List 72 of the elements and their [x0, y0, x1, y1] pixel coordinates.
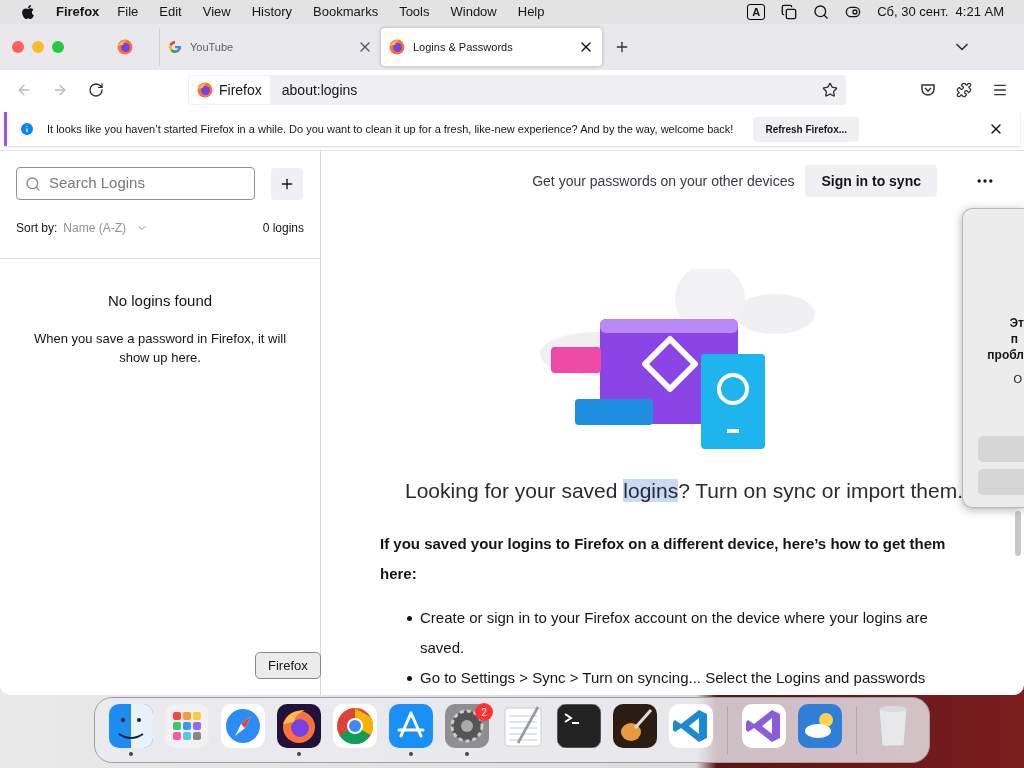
firefox-logo-icon: [389, 39, 405, 55]
menu-app-name[interactable]: Firefox: [56, 2, 100, 22]
menu-item[interactable]: History: [251, 2, 293, 22]
instruction-step: Create or sign in to your Firefox account on the device where your logins are saved.: [420, 602, 948, 663]
sign-in-button[interactable]: Sign in to sync: [805, 165, 937, 197]
address-bar[interactable]: Firefox about:logins: [188, 75, 846, 105]
notepad-icon[interactable]: [501, 704, 545, 748]
search-field[interactable]: Search Logins: [16, 167, 255, 200]
cloud-sun-icon[interactable]: [798, 704, 842, 748]
dialog-note: О: [1013, 372, 1022, 387]
windows-icon[interactable]: [781, 4, 798, 20]
terminal-icon[interactable]: [557, 704, 601, 748]
instruction-step: Go to Settings > Sync > Turn on syncing... Select the Logins and passwords: [420, 662, 948, 693]
bullet-icon: [407, 615, 412, 621]
code-editor-icon[interactable]: [669, 704, 713, 748]
dialog-text: п: [1010, 331, 1018, 347]
input-source-indicator[interactable]: A: [747, 4, 766, 20]
search-input[interactable]: Search Logins: [49, 172, 246, 195]
refresh-firefox-button[interactable]: Refresh Firefox...: [753, 116, 860, 142]
pocket-icon[interactable]: [920, 82, 936, 98]
identity-button[interactable]: Firefox: [189, 76, 270, 104]
empty-title: No logins found: [107, 291, 213, 311]
reload-icon[interactable]: [88, 82, 104, 98]
selected-text: logins: [623, 479, 679, 502]
menu-item[interactable]: Edit: [159, 2, 182, 22]
tab-title: YouTube: [190, 39, 235, 55]
info-icon: [19, 121, 35, 137]
browser-tab[interactable]: YouTube: [160, 28, 381, 66]
app-grid-icon[interactable]: [165, 704, 209, 748]
import-intro: If you saved your logins to Firefox on a different device, here’s how to get them here:: [380, 533, 947, 584]
menu-item[interactable]: File: [117, 2, 139, 22]
new-tab-icon[interactable]: [614, 39, 630, 55]
app-store-icon[interactable]: [389, 704, 433, 748]
google-logo-icon: [168, 40, 182, 54]
smiling-face-icon[interactable]: [109, 704, 153, 748]
bullet-icon: [407, 675, 412, 681]
gear-icon[interactable]: [445, 704, 489, 748]
browser-tab[interactable]: Logins & Passwords: [381, 28, 602, 66]
sync-prompt: Get your passwords on your other devices: [532, 171, 795, 191]
apple-icon[interactable]: [20, 4, 36, 20]
sort-label: Sort by:: [16, 220, 58, 237]
compass-icon[interactable]: [221, 704, 265, 748]
control-center-icon[interactable]: [845, 4, 862, 20]
extensions-icon[interactable]: [956, 82, 972, 98]
menu-item[interactable]: Window: [450, 2, 497, 22]
guitar-icon[interactable]: [613, 704, 657, 748]
menu-item[interactable]: Bookmarks: [313, 2, 379, 22]
menu-item[interactable]: View: [202, 2, 231, 22]
code-editor-icon[interactable]: [742, 704, 786, 748]
dialog-text: Эт: [1009, 315, 1024, 331]
notification-message: It looks like you haven’t started Firefox in a while. Do you want to clean it up for a fresh, like-new experience? And by the way, welcome back!: [47, 121, 734, 137]
menu-clock[interactable]: Сб, 30 сент. 4:21 AM: [877, 2, 1004, 22]
notification-badge: 2: [475, 703, 493, 721]
firefox-logo-icon: [197, 82, 213, 98]
url-text: about:logins: [281, 80, 358, 100]
menu-icon[interactable]: [992, 82, 1008, 98]
add-login-button[interactable]: [271, 167, 303, 200]
scrollbar-thumb[interactable]: [1015, 511, 1021, 556]
bookmark-star-icon[interactable]: [822, 82, 838, 98]
search-icon[interactable]: [813, 4, 830, 20]
menu-item[interactable]: Tools: [399, 2, 430, 22]
tab-title: Logins & Passwords: [413, 39, 514, 55]
fox-globe-icon[interactable]: [277, 704, 321, 748]
firefox-logo-icon: [116, 39, 133, 55]
color-wheel-icon[interactable]: [333, 704, 377, 748]
search-icon: [25, 175, 41, 192]
menu-item[interactable]: Help: [517, 2, 545, 22]
dock-tooltip: Firefox: [255, 652, 321, 679]
dialog-text: пробл: [987, 347, 1024, 363]
empty-message: When you save a password in Firefox, it will show up here.: [32, 329, 288, 367]
identity-label: Firefox: [219, 80, 262, 100]
login-count: 0 logins: [262, 220, 304, 237]
